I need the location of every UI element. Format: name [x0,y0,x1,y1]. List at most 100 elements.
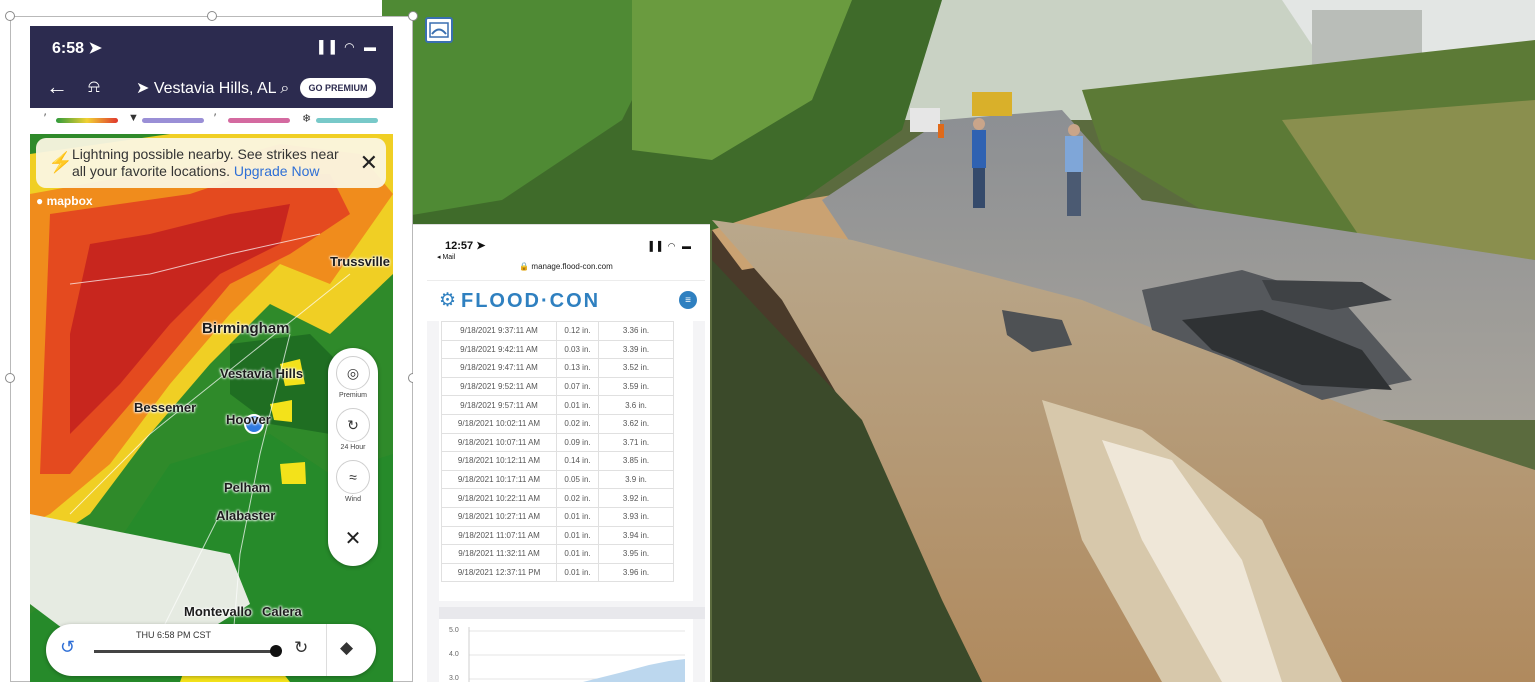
table-row: 9/18/2021 10:12:11 AM 0.14 in. 3.85 in. [441,451,674,471]
premium-label: Premium [338,392,367,399]
back-to-mail-link[interactable]: ◂ Mail [437,253,455,261]
row-date: 9/18/2021 10:12:11 AM [441,451,557,471]
map-controls: ◎ Premium ↻ 24 Hour ≈ Wind ✕ [328,348,378,566]
floodcon-logo: FLOOD·CON [461,290,601,312]
map-label-birmingham: Birmingham [202,320,290,337]
table-row: 9/18/2021 10:22:11 AM 0.02 in. 3.92 in. [441,488,674,508]
row-date: 9/18/2021 11:07:11 AM [441,525,557,546]
row-increment: 0.02 in. [556,413,599,434]
signal-wifi-battery-icon: ▐▐ ◠ ▬ [646,241,693,251]
bell-icon[interactable]: ⍾ [88,76,100,97]
menu-icon[interactable]: ≡ [679,291,697,309]
row-increment: 0.01 in. [556,544,599,564]
premium-radar-icon[interactable]: ◎ [336,356,370,390]
rain-legend-bar [56,118,118,123]
map-label-alabaster: Alabaster [216,508,276,523]
lightning-icon: ⚡ [48,152,73,174]
close-icon[interactable]: ✕ [360,150,378,176]
section-divider [439,607,705,619]
history-glyph: ↻ [347,416,359,433]
row-increment: 0.14 in. [556,451,599,471]
hail-icon: ▼ [128,112,139,124]
resize-handle-top[interactable] [207,11,217,21]
table-row: 9/18/2021 9:42:11 AM 0.03 in. 3.39 in. [441,339,674,360]
table-row: 9/18/2021 11:32:11 AM 0.01 in. 3.95 in. [441,544,674,564]
floodcon-gear-icon: ⚙ [439,290,457,311]
close-controls-icon[interactable]: ✕ [328,526,378,551]
table-row: 9/18/2021 9:37:11 AM 0.12 in. 3.36 in. [441,321,674,341]
layers-icon[interactable]: ◆ [340,638,353,658]
upgrade-now-link[interactable]: Upgrade Now [234,163,320,179]
row-increment: 0.07 in. [556,376,599,397]
weather-app-phone: 6:58 ➤ ▐▐ ◠ ▬ ← ⍾ ➤ Vestavia Hills, AL ⌕… [30,26,393,682]
row-total: 3.62 in. [598,413,674,434]
map-label-vestavia-hills: Vestavia Hills [220,366,304,381]
wind-label: Wind [345,496,361,503]
row-date: 9/18/2021 9:47:11 AM [441,358,557,378]
row-total: 3.9 in. [598,469,674,490]
status-time: 6:58 ➤ [52,40,102,57]
row-date: 9/18/2021 10:02:11 AM [441,413,557,434]
row-total: 3.36 in. [598,321,674,341]
row-increment: 0.13 in. [556,358,599,378]
row-increment: 0.01 in. [556,506,599,527]
mix-icon: ′ [214,112,217,124]
row-total: 3.52 in. [598,358,674,378]
mapbox-logo: ● mapbox [36,194,93,208]
go-premium-button[interactable]: GO PREMIUM [300,78,376,98]
row-total: 3.85 in. [598,451,674,471]
row-date: 9/18/2021 9:52:11 AM [441,376,557,397]
row-total: 3.95 in. [598,544,674,564]
map-label-hoover: Hoover [226,412,271,427]
row-total: 3.94 in. [598,525,674,546]
picture-icon-graphic [429,22,449,38]
back-arrow-icon[interactable]: ← [46,74,68,100]
history-icon[interactable]: ↻ [336,408,370,442]
precip-legend: ′ ▼ ′ ❄ [30,108,393,134]
floodcon-status-bar: 12:57 ➤ ◂ Mail ▐▐ ◠ ▬ 🔒 manage.flood-con… [427,225,705,281]
row-total: 3.92 in. [598,488,674,508]
row-date: 9/18/2021 12:37:11 PM [441,562,557,583]
table-row: 9/18/2021 9:52:11 AM 0.07 in. 3.59 in. [441,376,674,397]
resize-handle-left[interactable] [5,373,15,383]
rainfall-chart: 5.0 4.0 3.0 [439,619,693,682]
lightning-banner[interactable]: ⚡ Lightning possible nearby. See strikes… [36,138,386,188]
rainfall-table: 9/18/2021 9:37:11 AM 0.12 in. 3.36 in. 9/18… [441,321,674,583]
picture-icon[interactable] [425,17,453,43]
table-row: 9/18/2021 10:07:11 AM 0.09 in. 3.71 in. [441,432,674,453]
row-date: 9/18/2021 11:32:11 AM [441,544,557,564]
mix-legend-bar [228,118,290,123]
radar-timeline: ↺ THU 6:58 PM CST ↻ ◆ [46,624,376,676]
resize-handle-top-right[interactable] [408,11,418,21]
row-total: 3.96 in. [598,562,674,583]
address-bar[interactable]: 🔒 manage.flood-con.com [427,262,705,271]
floodcon-header: ⚙ FLOOD·CON ≡ [427,281,705,321]
snow-icon: ❄ [302,113,312,125]
table-row: 9/18/2021 10:27:11 AM 0.01 in. 3.93 in. [441,506,674,527]
map-label-calera: Calera [262,604,302,619]
timeline-divider [326,624,327,676]
radar-map[interactable]: ⚡ Lightning possible nearby. See strikes… [30,134,393,682]
timeline-slider-handle[interactable] [270,645,282,657]
location-search[interactable]: ➤ Vestavia Hills, AL ⌕ [136,78,289,98]
timeline-slider-track[interactable] [94,650,274,653]
row-date: 9/18/2021 10:27:11 AM [441,506,557,527]
row-increment: 0.09 in. [556,432,599,453]
resize-handle-top-left[interactable] [5,11,15,21]
table-row: 9/18/2021 11:07:11 AM 0.01 in. 3.94 in. [441,525,674,546]
24-hour-label: 24 Hour [340,444,366,451]
table-row: 9/18/2021 9:57:11 AM 0.01 in. 3.6 in. [441,395,674,415]
wind-icon[interactable]: ≈ [336,460,370,494]
table-row: 9/18/2021 10:02:11 AM 0.02 in. 3.62 in. [441,413,674,434]
row-date: 9/18/2021 9:57:11 AM [441,395,557,415]
map-label-bessemer: Bessemer [134,400,197,415]
floodcon-phone: 12:57 ➤ ◂ Mail ▐▐ ◠ ▬ 🔒 manage.flood-con… [427,225,705,682]
floodcon-screenshot: 12:57 ➤ ◂ Mail ▐▐ ◠ ▬ 🔒 manage.flood-con… [413,224,710,682]
rain-icon: ′ [44,112,47,124]
signal-wifi-battery-icon: ▐▐ ◠ ▬ [314,40,379,54]
clock-forward-icon[interactable]: ↻ [294,638,308,658]
row-increment: 0.01 in. [556,562,599,583]
replay-icon[interactable]: ↺ [60,637,75,658]
map-label-pelham: Pelham [224,480,271,495]
map-label-montevallo: Montevallo [184,604,252,619]
